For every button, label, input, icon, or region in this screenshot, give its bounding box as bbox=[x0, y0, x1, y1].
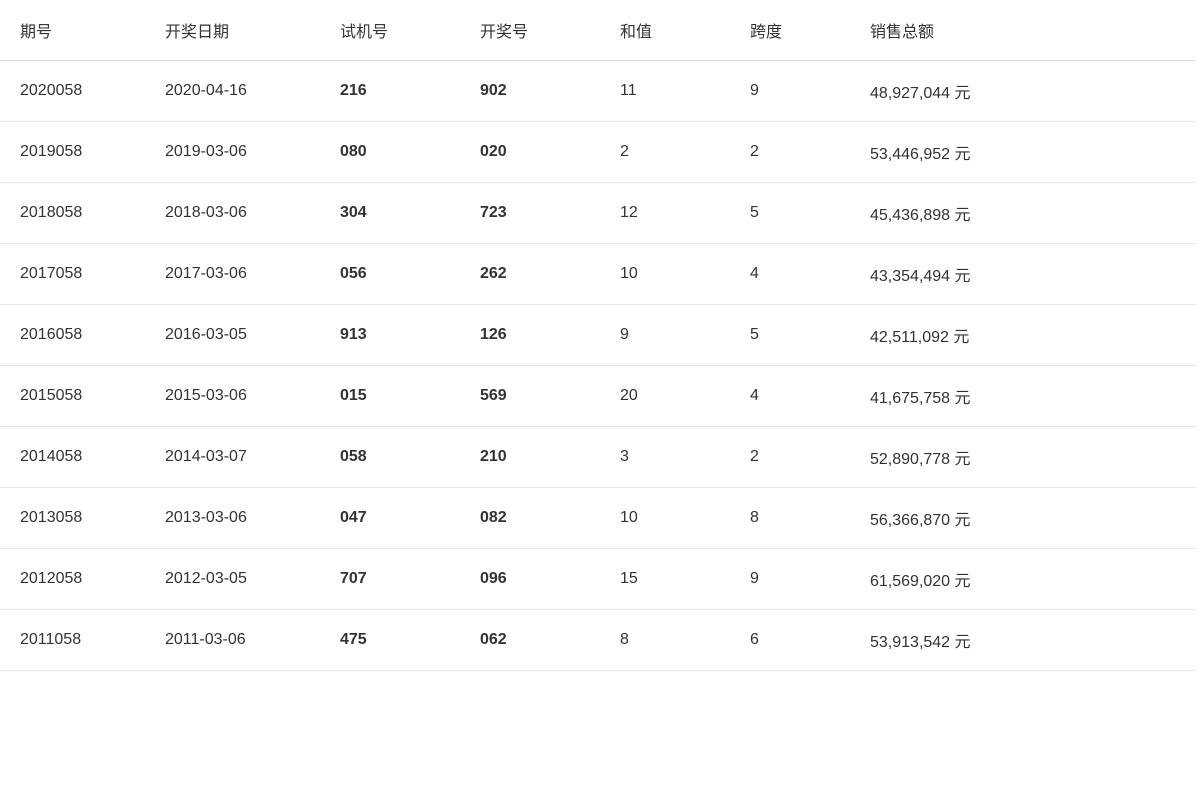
cell-shiji: 047 bbox=[320, 488, 460, 549]
cell-xiaoshou: 61,569,020 元 bbox=[850, 549, 1196, 610]
table-row: 20160582016-03-059131269542,511,092 元 bbox=[0, 305, 1196, 366]
cell-hezhi: 10 bbox=[600, 244, 730, 305]
table-row: 20130582013-03-0604708210856,366,870 元 bbox=[0, 488, 1196, 549]
cell-kaijang: 210 bbox=[460, 427, 600, 488]
cell-hezhi: 11 bbox=[600, 61, 730, 122]
cell-hezhi: 20 bbox=[600, 366, 730, 427]
cell-hezhi: 15 bbox=[600, 549, 730, 610]
cell-kaijang: 723 bbox=[460, 183, 600, 244]
header-hezhi: 和值 bbox=[600, 0, 730, 61]
header-kaijang: 开奖号 bbox=[460, 0, 600, 61]
table-row: 20190582019-03-060800202253,446,952 元 bbox=[0, 122, 1196, 183]
cell-qihao: 2015058 bbox=[0, 366, 145, 427]
cell-shiji: 015 bbox=[320, 366, 460, 427]
cell-qihao: 2013058 bbox=[0, 488, 145, 549]
cell-kuadu: 5 bbox=[730, 183, 850, 244]
cell-kuadu: 9 bbox=[730, 61, 850, 122]
table-row: 20110582011-03-064750628653,913,542 元 bbox=[0, 610, 1196, 671]
header-qihao: 期号 bbox=[0, 0, 145, 61]
cell-xiaoshou: 53,913,542 元 bbox=[850, 610, 1196, 671]
main-container: 期号 开奖日期 试机号 开奖号 和值 跨度 销售总额 20200582020-0… bbox=[0, 0, 1196, 786]
cell-hezhi: 12 bbox=[600, 183, 730, 244]
table-row: 20140582014-03-070582103252,890,778 元 bbox=[0, 427, 1196, 488]
header-date: 开奖日期 bbox=[145, 0, 320, 61]
cell-date: 2011-03-06 bbox=[145, 610, 320, 671]
cell-shiji: 475 bbox=[320, 610, 460, 671]
table-row: 20200582020-04-1621690211948,927,044 元 bbox=[0, 61, 1196, 122]
lottery-table: 期号 开奖日期 试机号 开奖号 和值 跨度 销售总额 20200582020-0… bbox=[0, 0, 1196, 671]
cell-xiaoshou: 42,511,092 元 bbox=[850, 305, 1196, 366]
cell-qihao: 2012058 bbox=[0, 549, 145, 610]
cell-date: 2020-04-16 bbox=[145, 61, 320, 122]
cell-xiaoshou: 43,354,494 元 bbox=[850, 244, 1196, 305]
cell-kuadu: 2 bbox=[730, 122, 850, 183]
cell-date: 2018-03-06 bbox=[145, 183, 320, 244]
cell-date: 2014-03-07 bbox=[145, 427, 320, 488]
cell-qihao: 2020058 bbox=[0, 61, 145, 122]
cell-shiji: 056 bbox=[320, 244, 460, 305]
cell-hezhi: 3 bbox=[600, 427, 730, 488]
cell-kuadu: 5 bbox=[730, 305, 850, 366]
cell-qihao: 2019058 bbox=[0, 122, 145, 183]
cell-kaijang: 569 bbox=[460, 366, 600, 427]
cell-shiji: 216 bbox=[320, 61, 460, 122]
cell-kaijang: 082 bbox=[460, 488, 600, 549]
table-row: 20180582018-03-0630472312545,436,898 元 bbox=[0, 183, 1196, 244]
cell-kuadu: 8 bbox=[730, 488, 850, 549]
cell-kuadu: 4 bbox=[730, 244, 850, 305]
cell-hezhi: 8 bbox=[600, 610, 730, 671]
cell-kuadu: 2 bbox=[730, 427, 850, 488]
table-row: 20120582012-03-0570709615961,569,020 元 bbox=[0, 549, 1196, 610]
cell-kuadu: 9 bbox=[730, 549, 850, 610]
cell-date: 2012-03-05 bbox=[145, 549, 320, 610]
cell-kaijang: 126 bbox=[460, 305, 600, 366]
cell-xiaoshou: 52,890,778 元 bbox=[850, 427, 1196, 488]
cell-date: 2017-03-06 bbox=[145, 244, 320, 305]
table-header-row: 期号 开奖日期 试机号 开奖号 和值 跨度 销售总额 bbox=[0, 0, 1196, 61]
cell-date: 2013-03-06 bbox=[145, 488, 320, 549]
header-kuadu: 跨度 bbox=[730, 0, 850, 61]
cell-shiji: 913 bbox=[320, 305, 460, 366]
table-row: 20150582015-03-0601556920441,675,758 元 bbox=[0, 366, 1196, 427]
cell-hezhi: 10 bbox=[600, 488, 730, 549]
header-shiji: 试机号 bbox=[320, 0, 460, 61]
cell-date: 2016-03-05 bbox=[145, 305, 320, 366]
cell-date: 2019-03-06 bbox=[145, 122, 320, 183]
cell-shiji: 707 bbox=[320, 549, 460, 610]
cell-kaijang: 020 bbox=[460, 122, 600, 183]
cell-kaijang: 062 bbox=[460, 610, 600, 671]
cell-qihao: 2018058 bbox=[0, 183, 145, 244]
cell-shiji: 080 bbox=[320, 122, 460, 183]
cell-xiaoshou: 41,675,758 元 bbox=[850, 366, 1196, 427]
cell-qihao: 2011058 bbox=[0, 610, 145, 671]
cell-qihao: 2014058 bbox=[0, 427, 145, 488]
cell-kaijang: 262 bbox=[460, 244, 600, 305]
cell-xiaoshou: 53,446,952 元 bbox=[850, 122, 1196, 183]
cell-kuadu: 6 bbox=[730, 610, 850, 671]
cell-hezhi: 2 bbox=[600, 122, 730, 183]
cell-kaijang: 096 bbox=[460, 549, 600, 610]
table-row: 20170582017-03-0605626210443,354,494 元 bbox=[0, 244, 1196, 305]
cell-xiaoshou: 45,436,898 元 bbox=[850, 183, 1196, 244]
cell-xiaoshou: 56,366,870 元 bbox=[850, 488, 1196, 549]
cell-xiaoshou: 48,927,044 元 bbox=[850, 61, 1196, 122]
header-xiaoshou: 销售总额 bbox=[850, 0, 1196, 61]
cell-kuadu: 4 bbox=[730, 366, 850, 427]
cell-shiji: 304 bbox=[320, 183, 460, 244]
cell-kaijang: 902 bbox=[460, 61, 600, 122]
cell-qihao: 2017058 bbox=[0, 244, 145, 305]
cell-hezhi: 9 bbox=[600, 305, 730, 366]
cell-date: 2015-03-06 bbox=[145, 366, 320, 427]
cell-qihao: 2016058 bbox=[0, 305, 145, 366]
cell-shiji: 058 bbox=[320, 427, 460, 488]
